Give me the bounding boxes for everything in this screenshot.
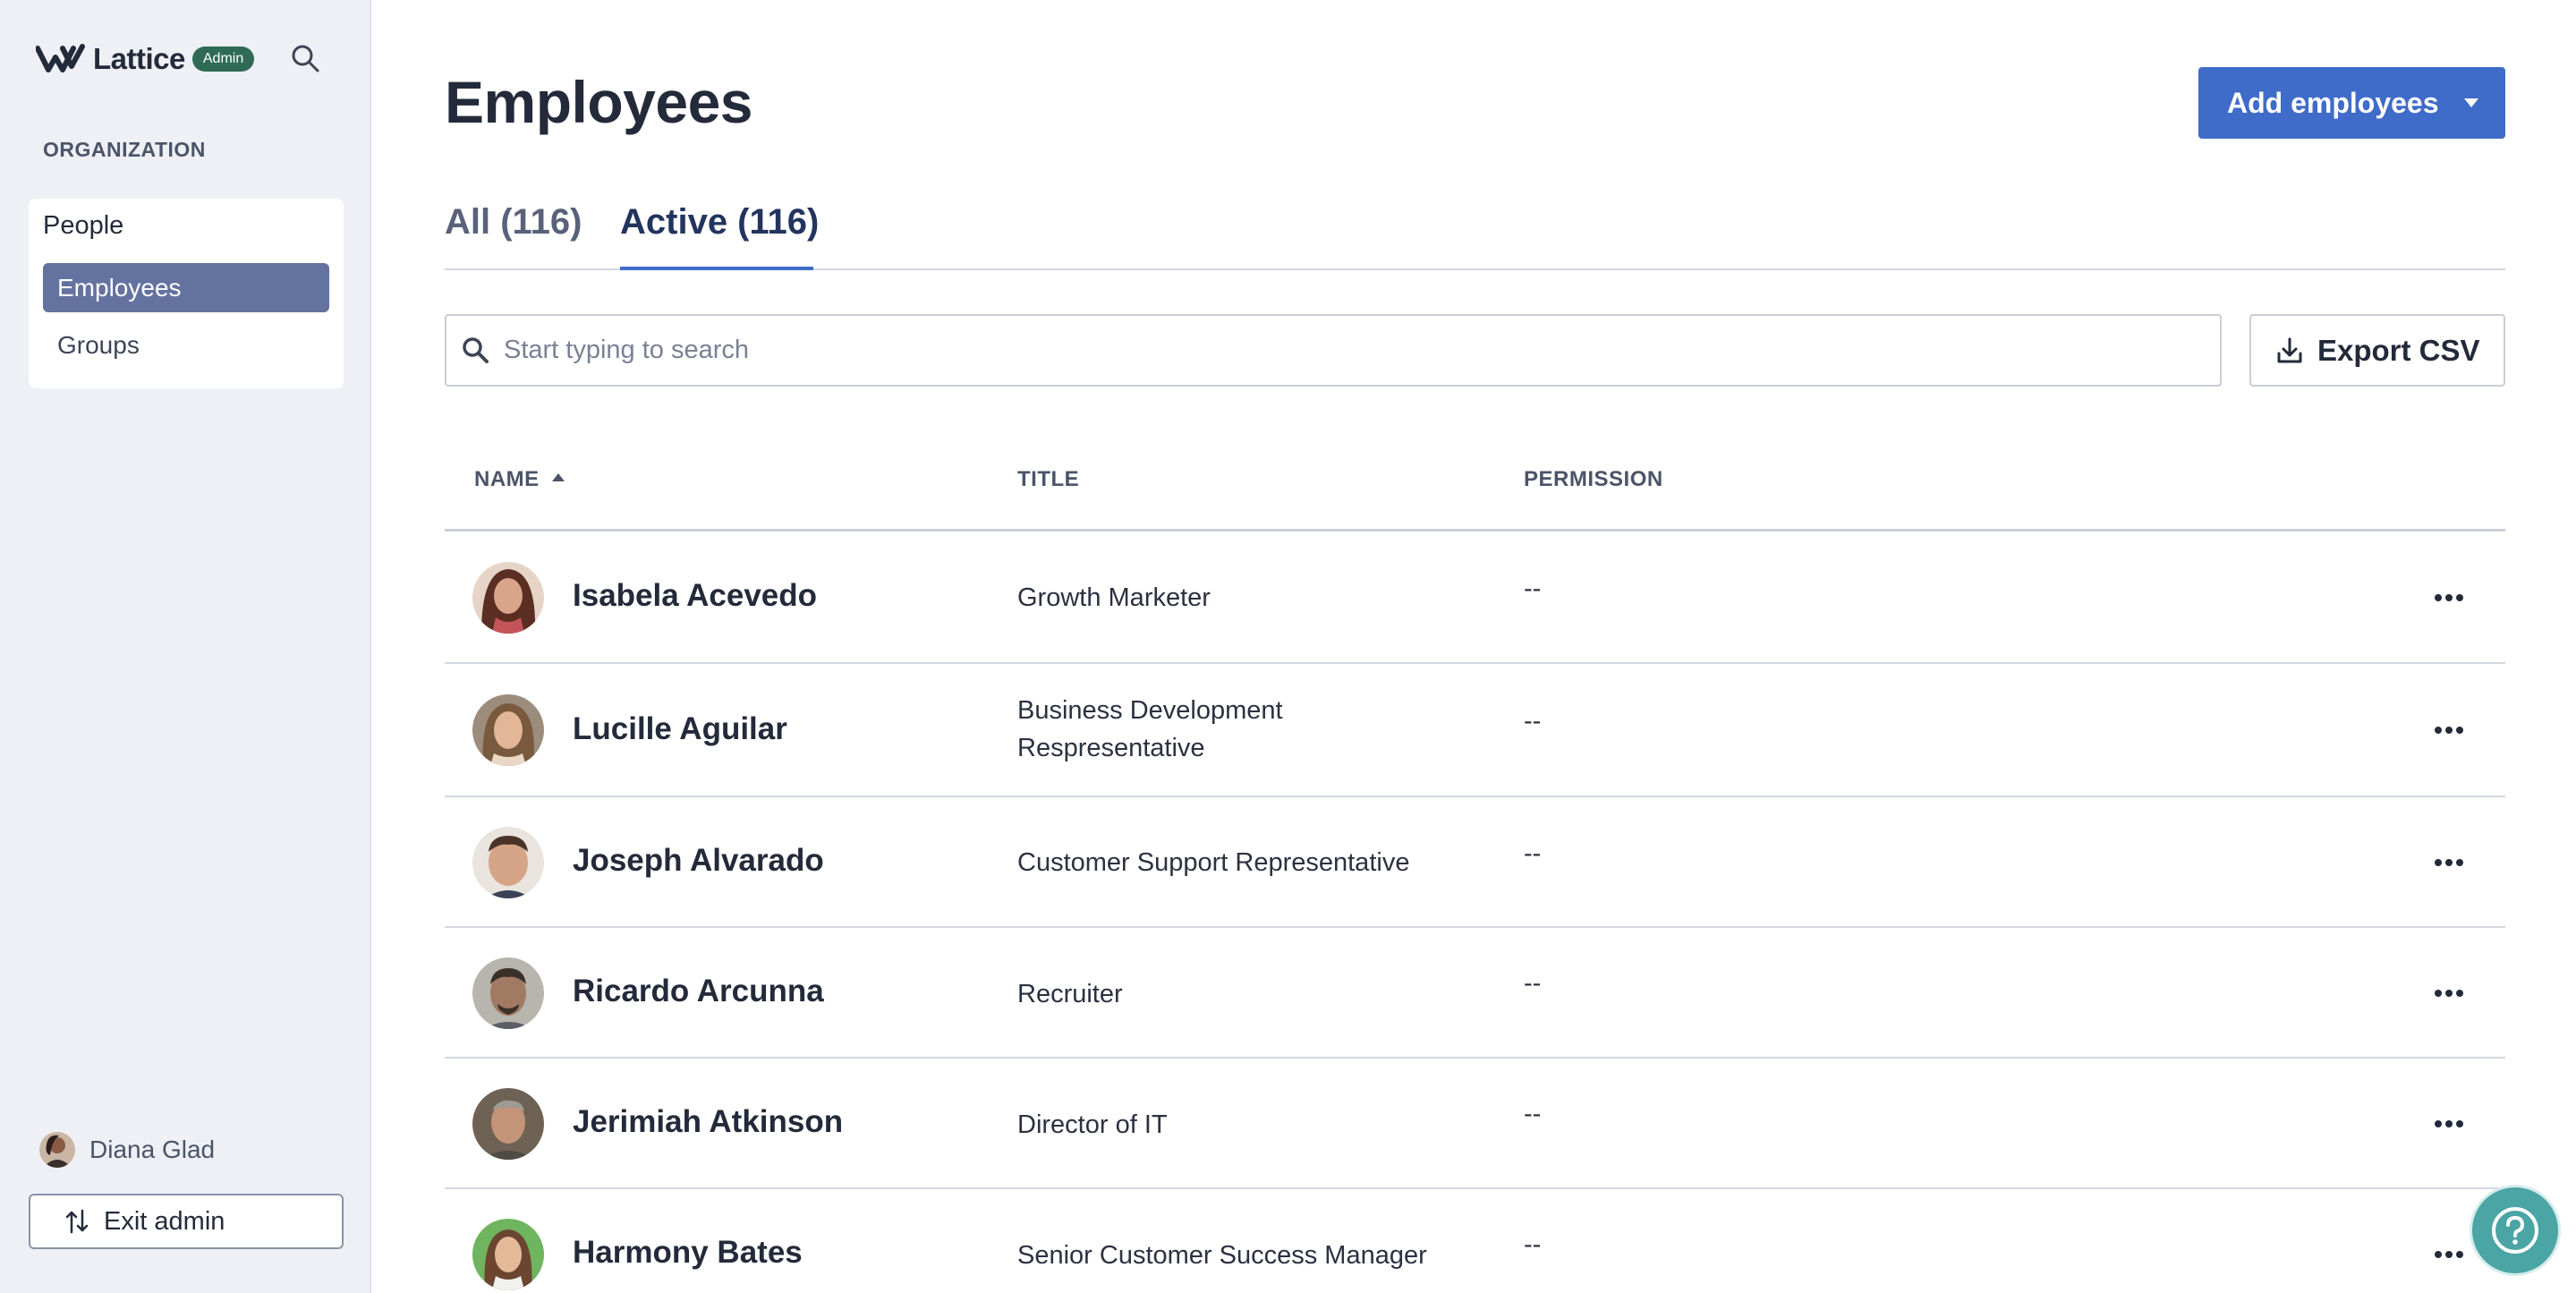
- more-icon[interactable]: [2431, 721, 2467, 739]
- table-row[interactable]: Joseph Alvarado Customer Support Represe…: [445, 797, 2505, 928]
- employee-name[interactable]: Joseph Alvarado: [573, 843, 824, 879]
- brand-name: Lattice: [93, 42, 185, 75]
- current-user[interactable]: Diana Glad: [39, 1132, 215, 1168]
- export-csv-button[interactable]: Export CSV: [2249, 314, 2505, 387]
- search-input[interactable]: [504, 316, 2204, 385]
- sidebar-item-employees[interactable]: Employees: [43, 263, 329, 312]
- help-icon: [2492, 1207, 2538, 1254]
- employee-permission: --: [1524, 839, 1542, 868]
- employee-name[interactable]: Jerimiah Atkinson: [573, 1104, 843, 1140]
- employee-permission: --: [1524, 1100, 1542, 1128]
- more-icon[interactable]: [2431, 1115, 2467, 1133]
- employee-title: Customer Support Representative: [1017, 848, 1410, 877]
- section-label: ORGANIZATION: [43, 138, 206, 161]
- lattice-logo-icon: [36, 44, 85, 72]
- avatar: [472, 1088, 544, 1160]
- caret-down-icon: [2464, 98, 2478, 107]
- sidebar: Lattice Admin ORGANIZATION People Employ…: [0, 0, 371, 1293]
- more-icon[interactable]: [2431, 1246, 2467, 1263]
- employee-title: Recruiter: [1017, 980, 1123, 1008]
- search-icon: [463, 337, 489, 363]
- user-name: Diana Glad: [89, 1136, 216, 1163]
- active-tab-indicator: [620, 267, 813, 270]
- table-row[interactable]: Isabela Acevedo Growth Marketer --: [445, 532, 2505, 664]
- download-icon: [2277, 337, 2302, 362]
- add-employees-label: Add employees: [2227, 86, 2439, 119]
- export-csv-label: Export CSV: [2317, 333, 2480, 367]
- avatar: [472, 562, 544, 634]
- employee-permission: --: [1524, 1230, 1542, 1259]
- more-icon[interactable]: [2431, 589, 2467, 607]
- more-icon[interactable]: [2431, 984, 2467, 1002]
- avatar: [39, 1132, 75, 1168]
- tab-active[interactable]: Active (116): [620, 202, 819, 242]
- table-row[interactable]: Ricardo Arcunna Recruiter --: [445, 928, 2505, 1059]
- tab-all[interactable]: All (116): [445, 202, 582, 242]
- column-header-permission: PERMISSION: [1524, 467, 1663, 491]
- exit-admin-button[interactable]: Exit admin: [29, 1194, 344, 1249]
- nav-card: People Employees Groups: [29, 199, 344, 388]
- more-icon[interactable]: [2431, 854, 2467, 872]
- table-row[interactable]: Harmony Bates Senior Customer Success Ma…: [445, 1189, 2505, 1293]
- nav-group-people[interactable]: People: [43, 211, 123, 241]
- brand[interactable]: Lattice Admin: [36, 39, 255, 79]
- employee-name[interactable]: Isabela Acevedo: [573, 578, 817, 614]
- exit-admin-label: Exit admin: [104, 1206, 225, 1236]
- add-employees-button[interactable]: Add employees: [2198, 67, 2505, 139]
- admin-badge: Admin: [191, 47, 255, 72]
- employee-title: Business Development Respresentative: [1017, 696, 1283, 762]
- tabs: All (116) Active (116): [445, 197, 2505, 270]
- table-header: NAME TITLE PERMISSION: [445, 447, 2505, 532]
- employee-title: Senior Customer Success Manager: [1017, 1241, 1427, 1270]
- search-icon[interactable]: [290, 43, 320, 73]
- sort-ascending-icon: [551, 473, 565, 482]
- employee-permission: --: [1524, 969, 1542, 998]
- employee-permission: --: [1524, 574, 1542, 603]
- table-row[interactable]: Lucille Aguilar Business Development Res…: [445, 664, 2505, 797]
- search-box: [445, 314, 2222, 387]
- page-title: Employees: [445, 69, 753, 135]
- employee-name[interactable]: Ricardo Arcunna: [573, 974, 824, 1009]
- avatar: [472, 827, 544, 898]
- column-header-name[interactable]: NAME: [474, 467, 565, 492]
- table-row[interactable]: Jerimiah Atkinson Director of IT --: [445, 1059, 2505, 1189]
- employee-name[interactable]: Harmony Bates: [573, 1235, 803, 1271]
- employee-permission: --: [1524, 707, 1542, 736]
- help-button[interactable]: [2470, 1185, 2561, 1276]
- employee-name[interactable]: Lucille Aguilar: [573, 711, 787, 747]
- column-header-title: TITLE: [1017, 467, 1080, 491]
- employee-title: Director of IT: [1017, 1110, 1168, 1139]
- employee-title: Growth Marketer: [1017, 583, 1211, 612]
- avatar: [472, 957, 544, 1029]
- avatar: [472, 1219, 544, 1290]
- sidebar-item-groups[interactable]: Groups: [43, 320, 329, 370]
- avatar: [472, 694, 544, 766]
- exit-icon: [65, 1209, 89, 1234]
